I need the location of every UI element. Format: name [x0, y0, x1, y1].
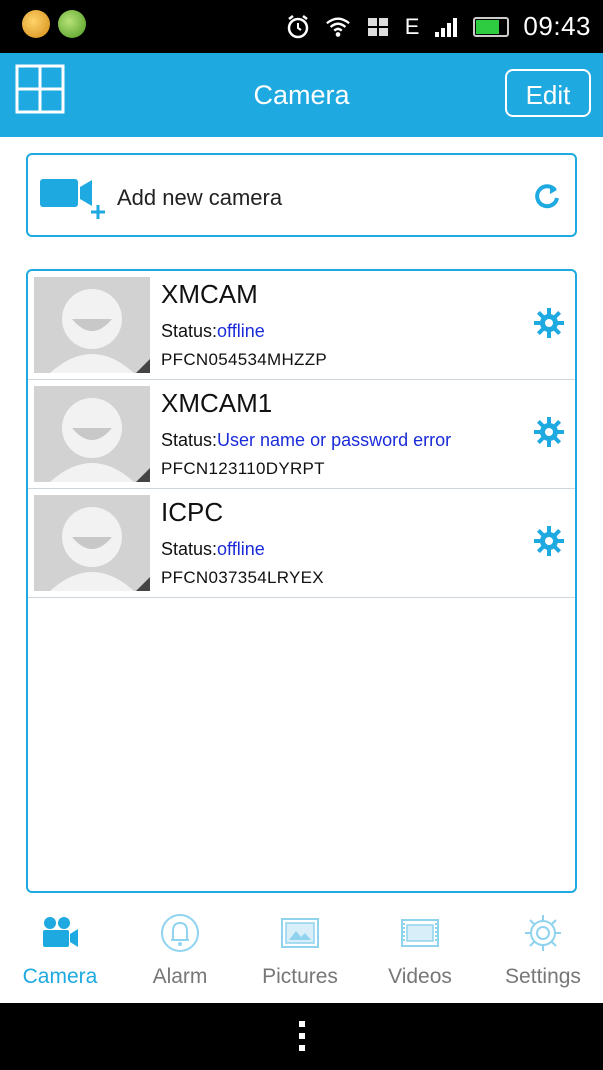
app-notification-icon-2	[58, 10, 86, 38]
nav-camera[interactable]: Camera	[0, 907, 120, 1003]
camera-row[interactable]: XMCAM1 Status:User name or password erro…	[28, 380, 575, 489]
camera-serial: PFCN037354LRYEX	[161, 568, 324, 587]
nav-alarm[interactable]: Alarm	[120, 907, 240, 1003]
camera-name: XMCAM	[161, 279, 258, 309]
nav-settings[interactable]: Settings	[483, 907, 603, 1003]
camera-row[interactable]: ICPC Status:offline PFCN037354LRYEX	[28, 489, 575, 598]
gear-icon	[525, 915, 561, 951]
clock-time: 09:43	[523, 11, 591, 41]
nav-label: Videos	[388, 965, 452, 988]
avatar-placeholder-icon	[50, 289, 134, 373]
bottom-navigation: Camera Alarm Pictures Videos Settings	[0, 907, 603, 1003]
app-notification-icon	[22, 10, 50, 38]
add-camera-label: Add new camera	[117, 185, 283, 210]
camera-name: ICPC	[161, 497, 224, 527]
bell-icon	[161, 914, 199, 952]
camera-serial: PFCN054534MHZZP	[161, 350, 328, 369]
nav-label: Alarm	[152, 965, 208, 988]
camera-serial: PFCN123110DYRPT	[161, 459, 325, 478]
status-value: offline	[217, 321, 265, 341]
nav-label: Camera	[22, 965, 98, 988]
status-label: Status:	[161, 430, 218, 450]
wifi-icon	[325, 14, 351, 40]
camera-thumbnail	[34, 277, 150, 373]
picture-icon	[281, 918, 319, 948]
camera-status: Status:offline	[161, 539, 265, 560]
app-header: Camera Edit	[0, 53, 603, 137]
nav-videos[interactable]: Videos	[360, 907, 480, 1003]
system-status-icons: E 09:43	[285, 0, 591, 53]
video-icon	[401, 919, 439, 947]
edit-button[interactable]: Edit	[505, 69, 591, 117]
status-bar: E 09:43	[0, 0, 603, 53]
camera-row[interactable]: XMCAM Status:offline PFCN054534MHZZP	[28, 271, 575, 380]
camera-list: XMCAM Status:offline PFCN054534MHZZP XMC…	[26, 269, 577, 893]
refresh-icon[interactable]	[533, 182, 561, 210]
camera-settings-icon[interactable]	[533, 525, 565, 557]
nav-label: Pictures	[262, 965, 338, 988]
status-value: User name or password error	[217, 430, 452, 450]
nav-pictures[interactable]: Pictures	[240, 907, 360, 1003]
nav-label: Settings	[505, 965, 581, 988]
overflow-menu-icon[interactable]	[296, 1021, 308, 1053]
network-type: E	[404, 13, 420, 39]
camera-thumbnail	[34, 495, 150, 591]
camera-name: XMCAM1	[161, 388, 273, 418]
camera-icon	[43, 917, 78, 947]
signal-grid-icon	[365, 14, 391, 40]
camera-thumbnail	[34, 386, 150, 482]
battery-icon	[473, 16, 510, 37]
status-label: Status:	[161, 539, 218, 559]
camera-settings-icon[interactable]	[533, 416, 565, 448]
camera-status: Status:User name or password error	[161, 430, 451, 451]
camera-settings-icon[interactable]	[533, 307, 565, 339]
add-camera-icon	[40, 179, 105, 219]
camera-status: Status:offline	[161, 321, 265, 342]
status-value: offline	[217, 539, 265, 559]
signal-strength-icon	[433, 14, 459, 40]
status-label: Status:	[161, 321, 218, 341]
notification-icons	[22, 10, 86, 38]
avatar-placeholder-icon	[50, 507, 134, 591]
add-camera-button[interactable]: Add new camera	[26, 153, 577, 237]
alarm-clock-icon	[285, 14, 311, 40]
avatar-placeholder-icon	[50, 398, 134, 482]
system-navigation-bar	[0, 1003, 603, 1070]
